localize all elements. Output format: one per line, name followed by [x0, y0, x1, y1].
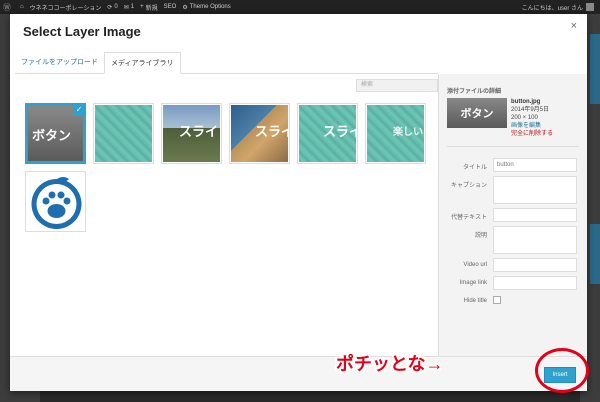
image-link-field[interactable]: [493, 276, 577, 290]
check-icon[interactable]: ✓: [73, 106, 83, 116]
tab-media-library[interactable]: メディアライブラリ: [104, 52, 181, 74]
thumbnail-image: スライ: [299, 105, 356, 162]
modal-header: Select Layer Image ×: [10, 14, 587, 42]
updates-icon[interactable]: ⟳ 0: [107, 4, 117, 11]
comments-count: 1: [130, 4, 135, 10]
alt-text-field[interactable]: [493, 208, 577, 222]
tab-upload[interactable]: ファイルをアップロード: [15, 52, 104, 74]
thumbnail-image: スライ: [231, 105, 288, 162]
theme-options-link[interactable]: ⚙ Theme Options: [182, 4, 230, 11]
highlight-circle: [535, 348, 589, 393]
title-label: タイトル: [462, 165, 487, 171]
modal-title: Select Layer Image: [23, 24, 141, 39]
wordpress-logo-icon[interactable]: Ⓦ: [0, 0, 14, 14]
hide-title-label: Hide title: [463, 298, 487, 304]
attachment-info: button.jpg 2014年9月5日 200 × 100 画像を編集 完全に…: [511, 98, 553, 138]
attachment-details-heading: 添付ファイルの詳細: [447, 89, 502, 95]
modal-tabs: ファイルをアップロード メディアライブラリ: [15, 52, 438, 74]
attachment-date: 2014年9月5日: [511, 107, 550, 113]
thumbnail-image: スライ: [163, 105, 220, 162]
avatar[interactable]: [586, 3, 594, 11]
search-input[interactable]: 検索: [356, 79, 438, 92]
description-label: 説明: [474, 233, 487, 239]
description-field[interactable]: [493, 226, 577, 254]
new-label: 新規: [145, 5, 158, 12]
thumbnail-text: ボタン: [32, 127, 72, 143]
media-library-content: 検索 ボタン ✓ スライ スライ: [15, 74, 438, 356]
thumbnail-text: 楽しい: [393, 126, 423, 138]
thumbnail-text: スライ: [179, 123, 219, 139]
home-icon[interactable]: ⌂: [20, 4, 24, 10]
attachment-dimensions: 200 × 100: [511, 115, 538, 121]
annotation-text: ポチッとな→: [336, 354, 444, 374]
admin-bar: Ⓦ ⌂ ウネネココーポレーション ⟳ 0 ✉ 1 + 新規 SEO ⚙ Them…: [0, 0, 600, 14]
theme-options-label: Theme Options: [189, 4, 231, 10]
thumbnail-item[interactable]: [93, 103, 154, 164]
caption-field[interactable]: [493, 176, 577, 204]
modal-footer: Insert: [10, 356, 587, 391]
site-name-link[interactable]: ウネネココーポレーション: [30, 3, 102, 12]
video-url-label: Video url: [463, 262, 487, 268]
thumbnail-text: スライ: [255, 123, 288, 139]
caption-label: キャプション: [450, 183, 487, 189]
title-field[interactable]: button: [493, 158, 577, 172]
new-link[interactable]: + 新規: [140, 3, 158, 12]
image-link-label: Image link: [459, 280, 487, 286]
thumbnail-image: 楽しい: [367, 105, 424, 162]
thumbnail-item[interactable]: スライ: [161, 103, 222, 164]
attachment-filename: button.jpg: [511, 99, 541, 105]
delete-permanently-link[interactable]: 完全に削除する: [511, 130, 553, 138]
thumbnail-item[interactable]: ボタン ✓: [25, 103, 86, 164]
thumbnail-item[interactable]: スライ: [229, 103, 290, 164]
video-url-field[interactable]: [493, 258, 577, 272]
thumbnail-item[interactable]: スライ: [297, 103, 358, 164]
attachment-details-sidebar: 添付ファイルの詳細 ボタン button.jpg 2014年9月5日 200 ×…: [438, 74, 587, 356]
attachment-preview: ボタン: [447, 98, 507, 128]
close-icon[interactable]: ×: [571, 20, 577, 32]
background-panel: [590, 224, 600, 284]
thumbnail-image: [27, 173, 84, 230]
hide-title-checkbox[interactable]: [493, 296, 501, 304]
greeting-text[interactable]: こんにちは、user さん: [522, 3, 583, 12]
thumbnail-image: [95, 105, 152, 162]
alt-text-label: 代替テキスト: [451, 215, 487, 221]
thumbnail-text: スライ: [323, 123, 356, 139]
background-panel: [590, 34, 600, 104]
edit-image-link[interactable]: 画像を編集: [511, 122, 553, 130]
media-modal: Select Layer Image × ファイルをアップロード メディアライブ…: [10, 14, 587, 391]
updates-count: 0: [114, 4, 118, 10]
seo-link[interactable]: SEO: [164, 4, 177, 10]
paw-logo-icon: [31, 177, 82, 229]
thumbnail-item[interactable]: 楽しい: [365, 103, 426, 164]
divider: [447, 146, 579, 147]
thumbnail-item[interactable]: [25, 171, 86, 232]
comments-icon[interactable]: ✉ 1: [124, 4, 134, 11]
